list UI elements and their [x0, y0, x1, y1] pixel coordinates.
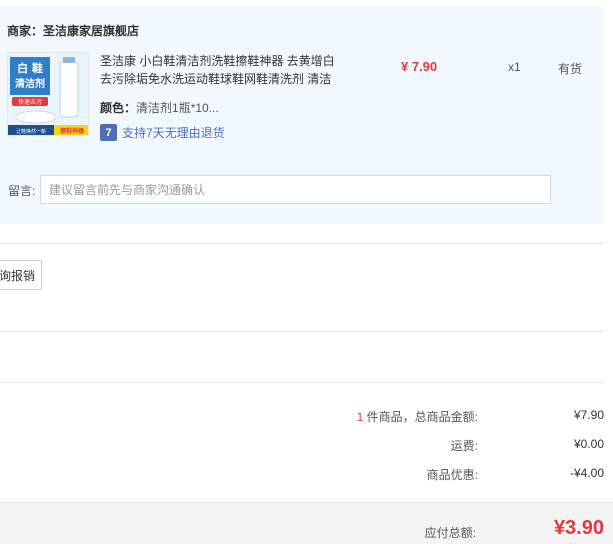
merchant-label: 商家：: [7, 24, 44, 38]
product-image-icon: 白 鞋 清洁剂 快速去污 让鞋焕然一新 擦鞋神器: [8, 53, 88, 135]
svg-text:快速去污: 快速去污: [18, 98, 42, 106]
goods-total-text: 件商品，总商品金额:: [363, 410, 478, 424]
discount-label: 商品优惠:: [426, 468, 478, 482]
divider: [0, 331, 604, 332]
attribute-key: 颜色：: [100, 101, 137, 115]
divider: [0, 243, 604, 244]
merchant-name[interactable]: 圣洁康家居旗舰店: [43, 24, 139, 38]
return-policy-text: 支持7天无理由退货: [122, 126, 225, 140]
divider: [0, 382, 604, 383]
svg-text:擦鞋神器: 擦鞋神器: [60, 127, 85, 135]
message-label: 留言:: [8, 184, 36, 198]
merchant-line: 商家：圣洁康家居旗舰店: [7, 22, 139, 39]
summary-shipping-row: 运费: ¥0.00: [300, 437, 604, 457]
attribute-value: 清洁剂1瓶*10...: [136, 101, 219, 115]
quantity: x1: [508, 60, 521, 74]
svg-text:让鞋焕然一新: 让鞋焕然一新: [16, 128, 46, 135]
product-attribute: 颜色：清洁剂1瓶*10...: [100, 99, 219, 116]
return-policy[interactable]: 7 支持7天无理由退货: [100, 124, 225, 141]
total-bar: 应付总额: ¥3.90: [0, 502, 613, 544]
product-thumbnail[interactable]: 白 鞋 清洁剂 快速去污 让鞋焕然一新 擦鞋神器: [7, 52, 89, 136]
product-title-link[interactable]: 圣洁康 小白鞋清洁剂洗鞋擦鞋神器 去黄增白去污除垢免水洗运动鞋球鞋网鞋清洗剂 清…: [100, 52, 345, 88]
shipping-value: ¥0.00: [573, 437, 604, 451]
shipping-label: 运费:: [450, 439, 478, 453]
svg-text:清洁剂: 清洁剂: [15, 77, 45, 90]
goods-total-label: 1 件商品，总商品金额:: [357, 408, 478, 425]
total-label: 应付总额:: [424, 526, 476, 540]
svg-text:白 鞋: 白 鞋: [17, 61, 43, 75]
message-input[interactable]: [40, 175, 551, 204]
store-order-panel: 商家：圣洁康家居旗舰店 白 鞋 清洁剂 快速去污 让鞋焕然一新 擦鞋神器 圣洁康…: [0, 6, 604, 224]
stock-status: 有货: [558, 62, 583, 76]
goods-total-value: ¥7.90: [573, 408, 604, 422]
seven-day-return-icon: 7: [100, 124, 117, 141]
summary-discount-row: 商品优惠: -¥4.00: [300, 466, 604, 486]
summary-goods-row: 1 件商品，总商品金额: ¥7.90: [300, 408, 604, 428]
invoice-button[interactable]: 询报销: [0, 260, 42, 290]
discount-value: -¥4.00: [569, 466, 604, 480]
unit-price: ¥ 7.90: [401, 59, 438, 74]
total-value: ¥3.90: [553, 517, 604, 539]
